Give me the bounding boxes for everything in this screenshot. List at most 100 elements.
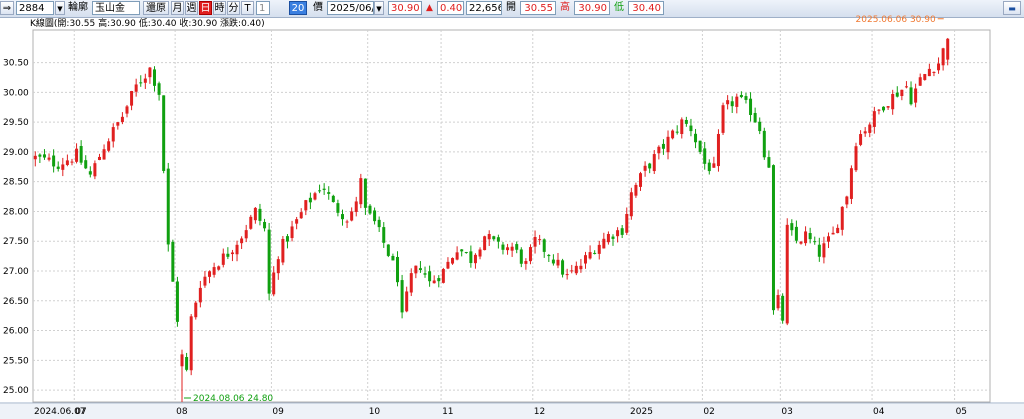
candle-body <box>625 213 629 233</box>
y-tick-label: 29.00 <box>3 148 29 158</box>
candle-body <box>418 268 422 271</box>
grid-lines <box>32 29 991 403</box>
candle-body <box>130 91 134 106</box>
candle-body <box>776 295 780 309</box>
candle-body <box>616 230 620 237</box>
candle-body <box>162 95 166 171</box>
candle-body <box>703 148 707 164</box>
candle-body <box>409 273 413 293</box>
candle-body <box>221 253 225 265</box>
candle-body <box>648 163 652 169</box>
candle-body <box>790 223 794 231</box>
x-tick-label: 03 <box>781 407 792 417</box>
candle-body <box>593 252 597 254</box>
candle-body <box>451 258 455 264</box>
candle-body <box>643 165 647 171</box>
candle-body <box>52 155 56 167</box>
candle-body <box>689 125 693 132</box>
candle-body <box>551 259 555 264</box>
candle-body <box>386 244 390 256</box>
y-tick-label: 26.00 <box>3 327 29 337</box>
candle-body <box>272 272 276 295</box>
candle-body <box>895 92 899 97</box>
candle-body <box>217 266 221 270</box>
candle-body <box>639 173 643 187</box>
candle-body <box>611 236 615 239</box>
candle-body <box>634 184 638 196</box>
candle-body <box>153 69 157 86</box>
candle-body <box>657 146 661 154</box>
candle-body <box>189 316 193 371</box>
candle-body <box>749 98 753 115</box>
candle-body <box>226 253 230 257</box>
candle-body <box>469 251 473 264</box>
candle-body <box>909 87 913 105</box>
candle-body <box>405 291 409 312</box>
candle-body <box>350 211 354 221</box>
y-tick-label: 26.50 <box>3 297 29 307</box>
candle-body <box>148 67 152 78</box>
candle-body <box>808 233 812 240</box>
y-tick-label: 27.00 <box>3 267 29 277</box>
candle-body <box>524 261 528 264</box>
candle-body <box>574 265 578 274</box>
candle-body <box>813 241 817 243</box>
candle-body <box>194 302 198 318</box>
candle-body <box>528 247 532 262</box>
candle-body <box>166 168 170 245</box>
candle-body <box>267 229 271 294</box>
candle-body <box>817 244 821 257</box>
y-tick-label: 25.50 <box>3 356 29 366</box>
candle-body <box>249 216 253 229</box>
candle-body <box>244 230 248 239</box>
candle-body <box>854 146 858 171</box>
candle-body <box>446 261 450 269</box>
candle-body <box>61 164 65 170</box>
candle-body <box>739 94 743 98</box>
candle-body <box>230 252 234 255</box>
candle-body <box>492 236 496 240</box>
candle-body <box>322 188 326 190</box>
candle-body <box>712 163 716 168</box>
y-tick-label: 28.00 <box>3 207 29 217</box>
candle-body <box>597 244 601 254</box>
candle-body <box>240 238 244 244</box>
candle-body <box>285 236 289 242</box>
candle-body <box>932 71 936 73</box>
candle-body <box>263 221 267 229</box>
high-annotation: 2025.06.06 30.90 <box>856 15 936 25</box>
candle-body <box>185 357 189 370</box>
candle-body <box>38 154 42 157</box>
candle-body <box>781 295 785 321</box>
candle-body <box>171 241 175 282</box>
candle-body <box>510 246 514 251</box>
candle-body <box>400 280 404 313</box>
y-tick-label: 30.00 <box>3 88 29 98</box>
candle-body <box>235 244 239 255</box>
x-tick-label: 09 <box>272 407 284 417</box>
candle-body <box>785 224 789 324</box>
candle-body <box>735 96 739 107</box>
plot-frame <box>32 29 991 403</box>
candle-body <box>900 89 904 97</box>
candle-body <box>533 237 537 247</box>
candle-body <box>666 136 670 153</box>
candle-body <box>882 106 886 111</box>
candle-body <box>79 146 83 163</box>
candle-body <box>826 236 830 242</box>
candle-body <box>561 260 565 275</box>
x-tick-label: 05 <box>956 407 967 417</box>
y-tick-label: 29.50 <box>3 118 29 128</box>
candle-body <box>671 130 675 139</box>
candle-body <box>290 226 294 239</box>
candle-body <box>460 249 464 252</box>
candle-body <box>473 254 477 264</box>
x-tick-label: 11 <box>442 407 453 417</box>
candle-body <box>345 221 349 223</box>
candle-body <box>542 239 546 252</box>
candle-body <box>849 168 853 199</box>
candle-body <box>377 219 381 228</box>
candle-body <box>707 162 711 172</box>
candle-body <box>547 254 551 257</box>
candle-body <box>716 133 720 167</box>
